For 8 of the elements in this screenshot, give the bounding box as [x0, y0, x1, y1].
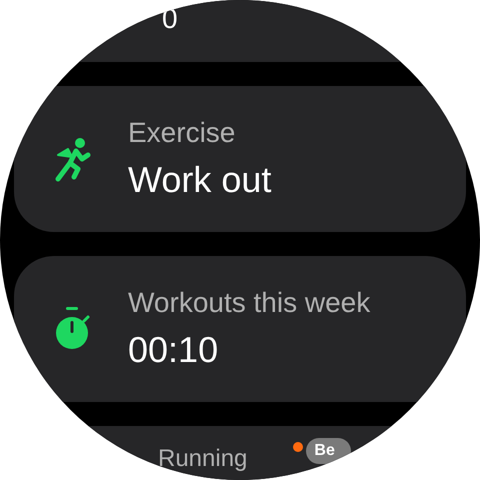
tile-card[interactable]: Workouts this week 00:10 — [14, 256, 466, 402]
tile-card[interactable]: Exercise Work out — [14, 86, 466, 232]
tile-value: Work out — [128, 159, 272, 201]
beta-badge: Be — [306, 438, 351, 464]
tile-label: Workouts this week — [128, 287, 370, 319]
tile-label: Exercise — [128, 117, 236, 149]
activity-label: Running — [158, 444, 248, 474]
tile-value: 00:10 — [128, 329, 220, 371]
